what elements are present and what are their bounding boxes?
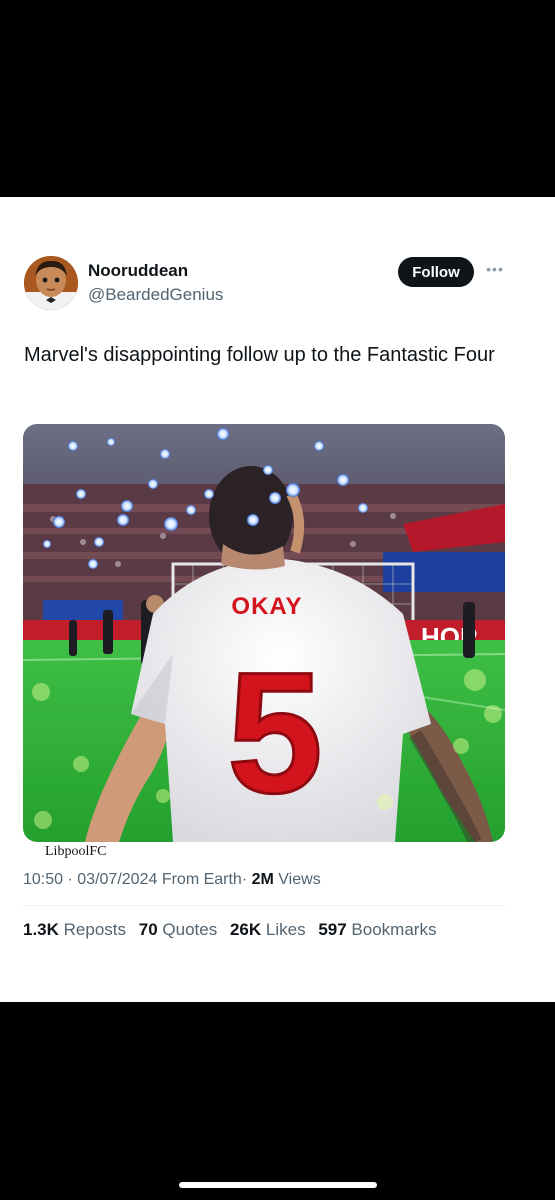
stat-bookmarks[interactable]: 597 Bookmarks [318,920,436,939]
bookmarks-label: Bookmarks [351,920,437,939]
home-indicator[interactable] [179,1182,377,1188]
tweet-card[interactable]: Nooruddean @BeardedGenius Follow ••• Mar… [12,240,514,950]
tweet-stats: 1.3K Reposts 70 Quotes 26K Likes 597 Boo… [23,920,444,940]
views-count: 2M [251,871,274,888]
likes-label: Likes [265,920,306,939]
quotes-label: Quotes [162,920,218,939]
media-photo: HOP OKAY 5 [23,424,505,842]
follow-button[interactable]: Follow [398,257,474,287]
avatar[interactable] [24,256,78,310]
tweet-source: From Earth [161,871,242,888]
jersey-number: 5 [227,637,323,829]
tweet-date[interactable]: 03/07/2024 [77,871,157,888]
more-dots-icon[interactable]: ••• [484,258,506,280]
author-handle[interactable]: @BeardedGenius [88,285,223,305]
jersey-name: OKAY [231,593,302,620]
author-name[interactable]: Nooruddean [88,261,188,281]
stat-likes[interactable]: 26K Likes [230,920,306,939]
views-label: Views [278,871,321,888]
tweet-text: Marvel's disappointing follow up to the … [24,344,495,366]
meta-separator: · [241,871,248,888]
likes-count: 26K [229,920,262,939]
divider [23,905,505,906]
quotes-count: 70 [138,920,158,939]
stat-quotes[interactable]: 70 Quotes [139,920,217,939]
reposts-label: Reposts [63,920,127,939]
screenshot-sheet: Nooruddean @BeardedGenius Follow ••• Mar… [0,197,555,1002]
tweet-time[interactable]: 10:50 [23,871,63,888]
stat-reposts[interactable]: 1.3K Reposts [23,920,126,939]
tweet-meta: 10:50 · 03/07/2024 From Earth· 2M Views [23,871,321,889]
meta-separator: · [67,871,73,888]
bookmarks-count: 597 [318,920,347,939]
media-caption: LibpoolFC [45,844,107,859]
reposts-count: 1.3K [23,920,59,939]
tweet-media[interactable]: HOP OKAY 5 [23,424,505,842]
avatar-photo [24,256,78,310]
